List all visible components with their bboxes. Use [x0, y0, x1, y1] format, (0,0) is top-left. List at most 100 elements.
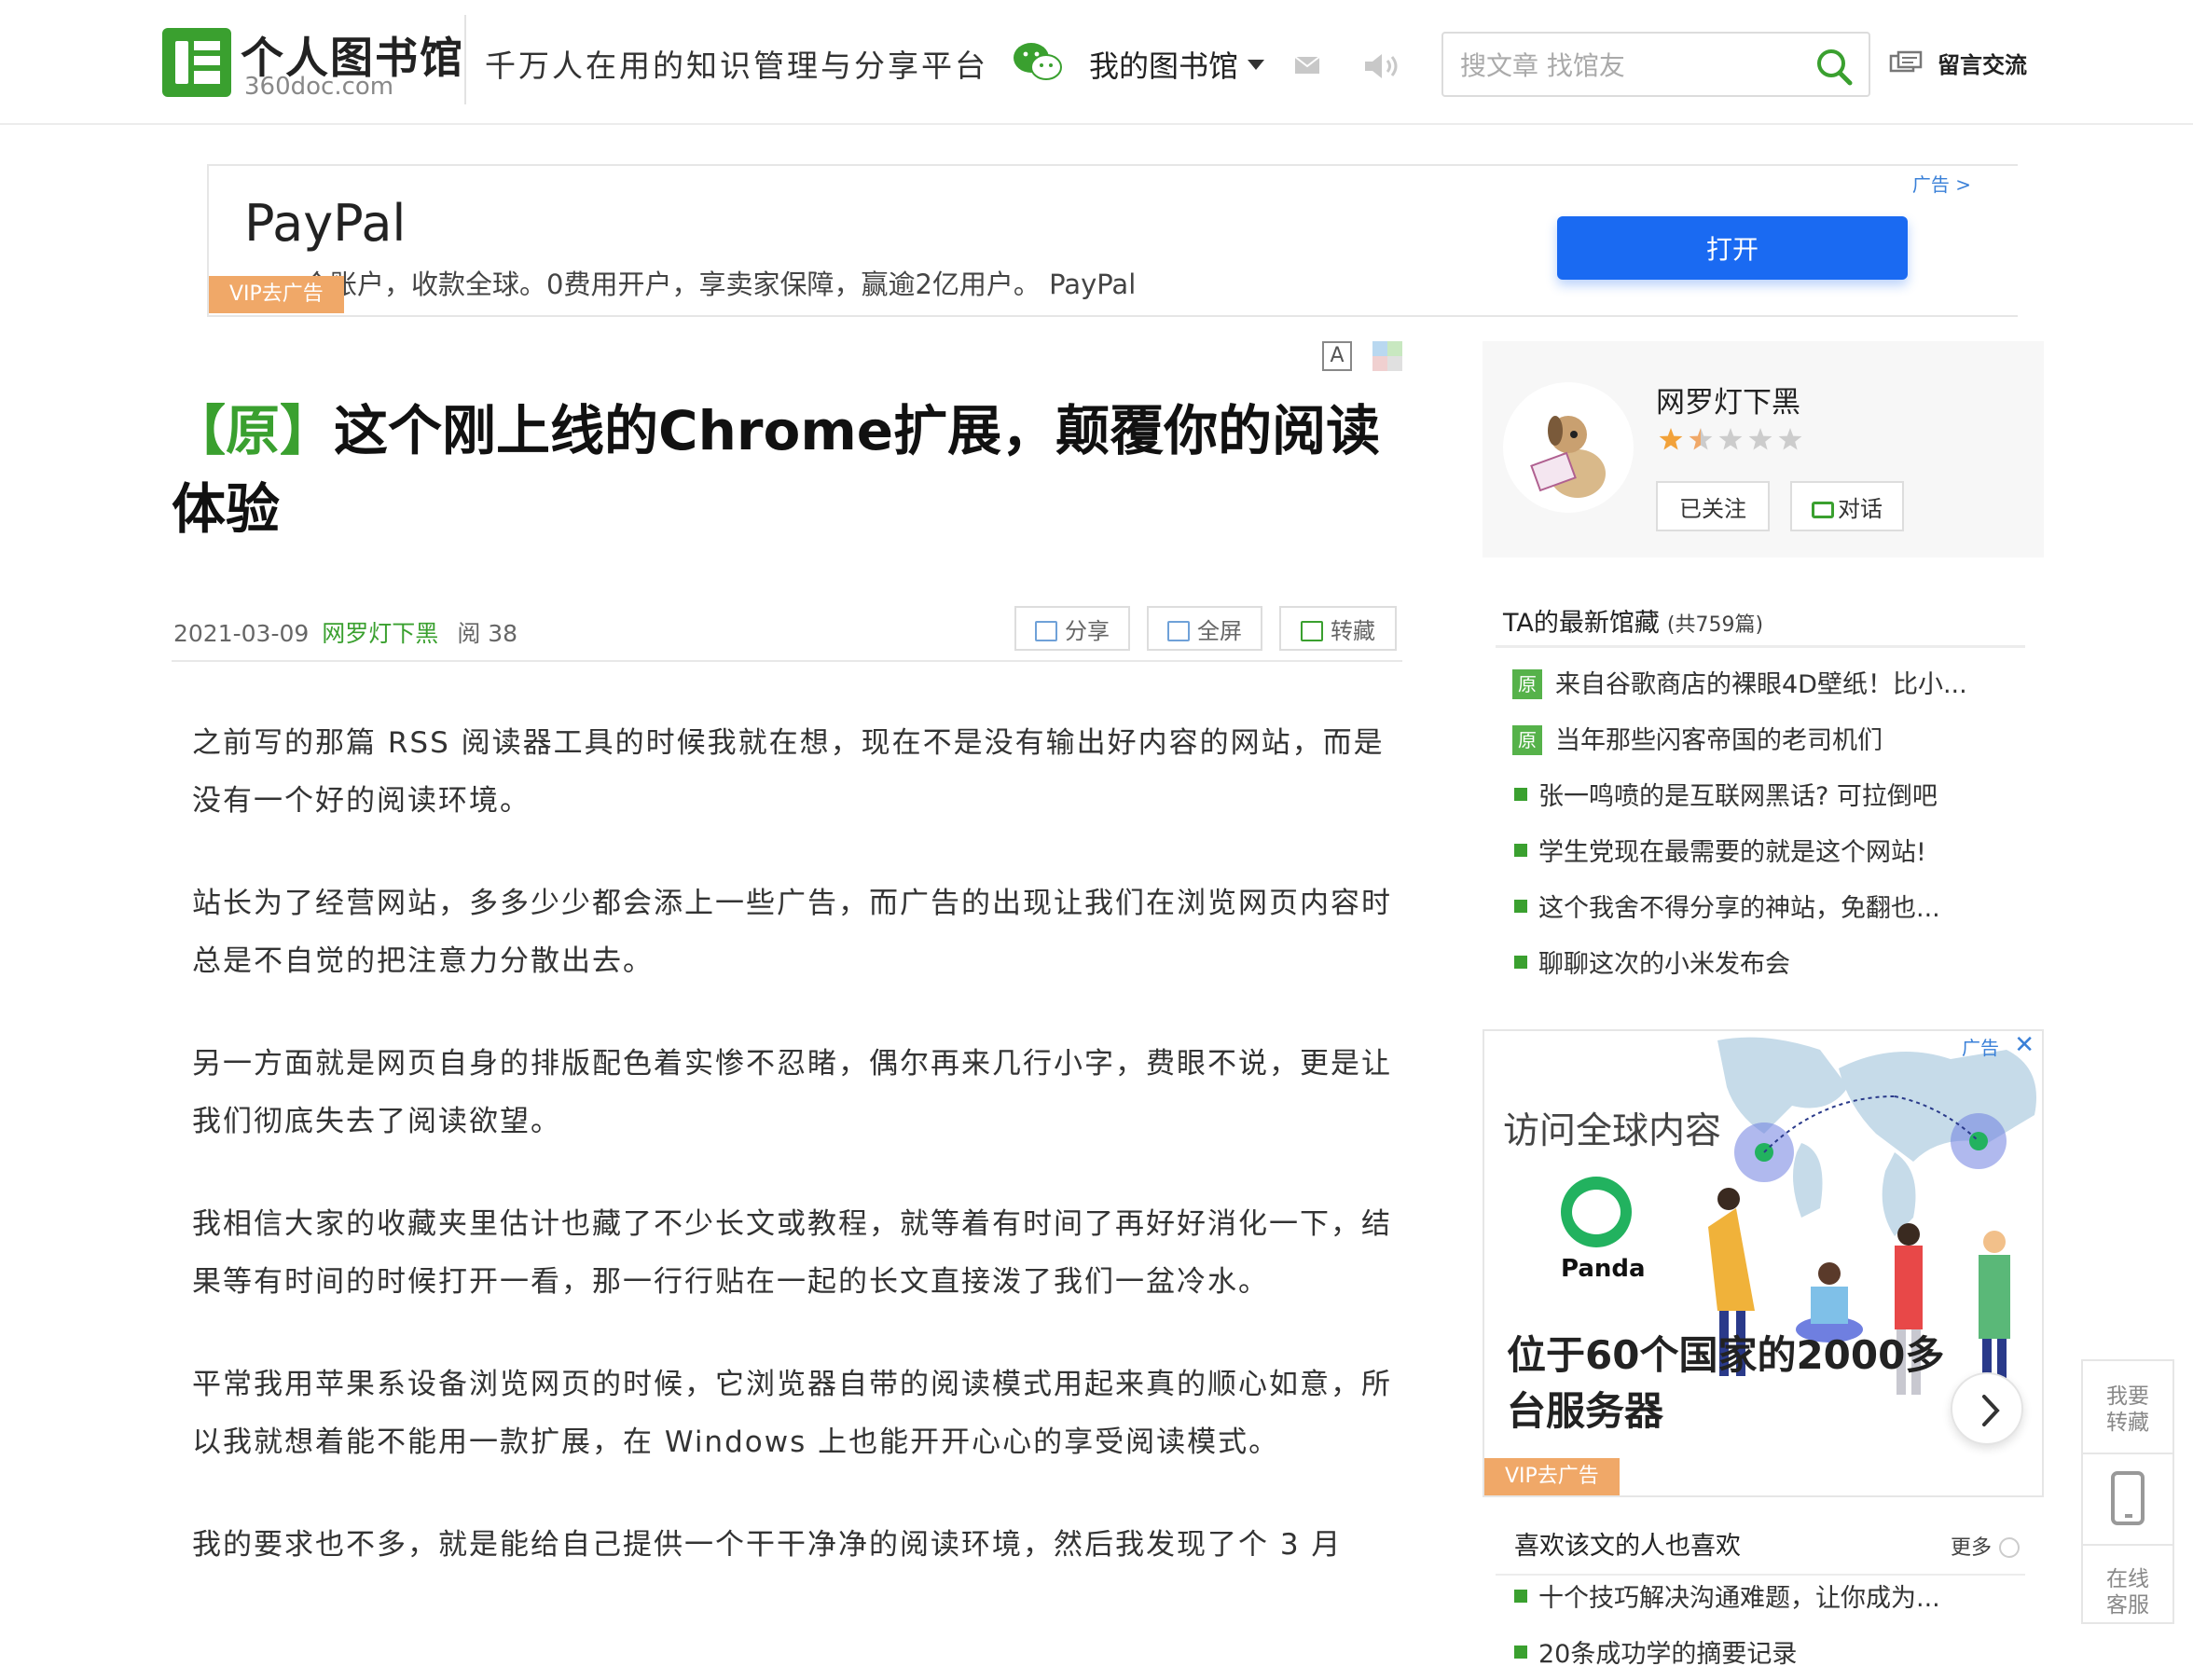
latest-item[interactable]: 这个我舍不得分享的神站，免翻也...: [1512, 889, 2034, 945]
article-paragraph: 我相信大家的收藏夹里估计也藏了不少长文或教程，就等着有时间了再好好消化一下，结果…: [192, 1207, 1392, 1299]
latest-item[interactable]: 聊聊这次的小米发布会: [1512, 945, 2034, 1001]
latest-item[interactable]: 原来自谷歌商店的裸眼4D壁纸！比小...: [1512, 666, 2034, 722]
ad-brand[interactable]: PayPal: [244, 194, 406, 253]
latest-item[interactable]: 张一鸣喷的是互联网黑话? 可拉倒吧: [1512, 778, 2034, 833]
article-paragraph: 另一方面就是网页自身的排版配色着实惨不忍睹，偶尔再来几行小字，费眼不说，更是让我…: [192, 1047, 1392, 1138]
chat-bubble-icon: [1812, 501, 1834, 518]
wechat-icon[interactable]: [1013, 41, 1063, 84]
publish-date: 2021-03-09: [173, 620, 310, 647]
star-icon: [1778, 428, 1802, 450]
speaker-icon[interactable]: [1363, 50, 1404, 82]
also-liked-item[interactable]: 十个技巧解决沟通难题，让你成为...: [1512, 1579, 2034, 1635]
close-icon[interactable]: ✕: [2014, 1031, 2034, 1059]
search-input[interactable]: [1460, 45, 1796, 86]
search-box: [1441, 32, 1870, 97]
ad-label[interactable]: 广告: [1962, 1033, 1999, 1060]
fullscreen-button[interactable]: 全屏: [1147, 606, 1262, 651]
star-icon: [1689, 428, 1713, 450]
author-card: 网罗灯下黑 已关注 对话: [1483, 341, 2044, 558]
star-icon: [1659, 428, 1683, 450]
float-service-button[interactable]: 在线 客服: [2083, 1566, 2172, 1618]
mobile-phone-icon[interactable]: [2111, 1471, 2145, 1525]
latest-item-text: 这个我舍不得分享的神站，免翻也...: [1538, 894, 1940, 923]
original-badge: 原: [1512, 725, 1542, 755]
ad-label[interactable]: 广告 >: [1912, 170, 1971, 197]
bullet-icon: [1514, 788, 1527, 801]
side-ad-body[interactable]: 位于60个国家的2000多台服务器: [1507, 1328, 1945, 1439]
latest-item[interactable]: 学生党现在最需要的就是这个网站!: [1512, 833, 2034, 889]
bullet-icon: [1514, 956, 1527, 969]
author-name[interactable]: 网罗灯下黑: [1656, 379, 1800, 420]
more-label: 更多: [1951, 1536, 1993, 1560]
divider: [2083, 1453, 2172, 1454]
star-icon: [1748, 428, 1772, 450]
also-liked-title: 喜欢该文的人也喜欢: [1514, 1532, 1741, 1561]
reading-dog-avatar-icon: [1530, 416, 1606, 498]
latest-item-text: 学生党现在最需要的就是这个网站!: [1538, 838, 1926, 867]
ad-description[interactable]: 一个账户，收款全球。0费用开户，享卖家保障，赢逾2亿用户。 PayPal: [276, 263, 1136, 302]
chat-label: 对话: [1838, 495, 1883, 522]
search-icon[interactable]: [1814, 47, 1854, 86]
chevron-down-icon[interactable]: [1248, 60, 1264, 70]
message-board-icon[interactable]: [1889, 50, 1923, 78]
remove-ad-badge[interactable]: VIP去广告: [209, 276, 344, 313]
latest-item-text: 张一鸣喷的是互联网黑话? 可拉倒吧: [1538, 782, 1938, 811]
bullet-icon: [1514, 844, 1527, 857]
top-navigation-bar: 个人图书馆 360doc.com 千万人在用的知识管理与分享平台 我的图书馆 留…: [0, 0, 2193, 125]
panda-logo-icon[interactable]: [1561, 1177, 1632, 1247]
share-icon: [1035, 620, 1057, 641]
followed-button[interactable]: 已关注: [1656, 481, 1770, 531]
bullet-icon: [1514, 1590, 1527, 1603]
latest-item[interactable]: 原当年那些闪客帝国的老司机们: [1512, 722, 2034, 778]
section-divider: [1496, 645, 2025, 648]
latest-item-text: 来自谷歌商店的裸眼4D壁纸！比小...: [1555, 670, 1967, 699]
article-paragraph: 我的要求也不多，就是能给自己提供一个干干净净的阅读环境，然后我发现了个 3 月: [192, 1528, 1343, 1562]
chat-button[interactable]: 对话: [1790, 481, 1904, 531]
font-size-tool[interactable]: A: [1322, 341, 1352, 371]
also-liked-list: 十个技巧解决沟通难题，让你成为... 20条成功学的摘要记录: [1512, 1579, 2034, 1680]
mail-icon[interactable]: [1294, 56, 1320, 75]
article-body: 之前写的那篇 RSS 阅读器工具的时候我就在想，现在不是没有输出好内容的网站，而…: [192, 714, 1395, 1618]
latest-item-text: 当年那些闪客帝国的老司机们: [1555, 726, 1883, 755]
side-ad-headline[interactable]: 访问全球内容: [1503, 1102, 1721, 1154]
latest-collection-list: 原来自谷歌商店的裸眼4D壁纸！比小... 原当年那些闪客帝国的老司机们 张一鸣喷的是…: [1512, 666, 2034, 1001]
fullscreen-icon: [1167, 620, 1190, 641]
article-title: 【原】这个刚上线的Chrome扩展，颠覆你的阅读体验: [172, 392, 1421, 548]
float-collect-button[interactable]: 我要 转藏: [2083, 1384, 2172, 1436]
article-paragraph: 之前写的那篇 RSS 阅读器工具的时候我就在想，现在不是没有输出好内容的网站，而…: [192, 726, 1385, 818]
side-ad-brand[interactable]: Panda: [1561, 1255, 1646, 1283]
also-liked-item-text: 十个技巧解决沟通难题，让你成为...: [1538, 1584, 1940, 1613]
collect-button[interactable]: 转藏: [1279, 606, 1397, 651]
avatar[interactable]: [1503, 382, 1634, 513]
article-meta: 2021-03-09 网罗灯下黑阅 38: [173, 615, 517, 649]
original-badge: 原: [1512, 669, 1542, 699]
rating-stars: [1659, 428, 1802, 450]
my-library-menu[interactable]: 我的图书馆: [1089, 43, 1238, 86]
share-button[interactable]: 分享: [1014, 606, 1130, 651]
article-paragraph: 平常我用苹果系设备浏览网页的时候，它浏览器自带的阅读模式用起来真的顺心如意，所以…: [192, 1368, 1392, 1459]
also-liked-item-text: 20条成功学的摘要记录: [1538, 1640, 1798, 1669]
remove-ad-badge[interactable]: VIP去广告: [1484, 1458, 1620, 1495]
message-board-link[interactable]: 留言交流: [1938, 47, 2027, 79]
article-paragraph: 站长为了经营网站，多多少少都会添上一些广告，而广告的出现让我们在浏览网页内容时总…: [192, 887, 1392, 978]
color-theme-icon[interactable]: [1372, 341, 1402, 371]
header-divider: [464, 15, 466, 104]
collect-label: 转藏: [1331, 617, 1375, 644]
share-label: 分享: [1065, 617, 1110, 644]
collect-icon: [1301, 620, 1323, 641]
author-link[interactable]: 网罗灯下黑: [322, 620, 438, 647]
side-ad-banner[interactable]: 广告 ✕ 访问全球内容 Panda 位于60个国家的2000多台服务器 VIP去…: [1483, 1029, 2044, 1497]
fullscreen-label: 全屏: [1197, 617, 1242, 644]
article-title-text: 这个刚上线的Chrome扩展，颠覆你的阅读体验: [172, 399, 1381, 541]
ad-open-button[interactable]: 打开: [1557, 216, 1908, 280]
more-link[interactable]: 更多: [1951, 1531, 2021, 1561]
also-liked-item[interactable]: 20条成功学的摘要记录: [1512, 1635, 2034, 1680]
chevron-right-icon: [1982, 1395, 2000, 1426]
latest-item-text: 聊聊这次的小米发布会: [1538, 950, 1790, 979]
next-arrow-button[interactable]: [1951, 1372, 2023, 1445]
read-count: 阅 38: [457, 620, 518, 647]
arrow-circle-icon: [1999, 1537, 2021, 1558]
logo-icon[interactable]: [162, 28, 231, 97]
star-icon: [1718, 428, 1743, 450]
divider: [2083, 1544, 2172, 1546]
